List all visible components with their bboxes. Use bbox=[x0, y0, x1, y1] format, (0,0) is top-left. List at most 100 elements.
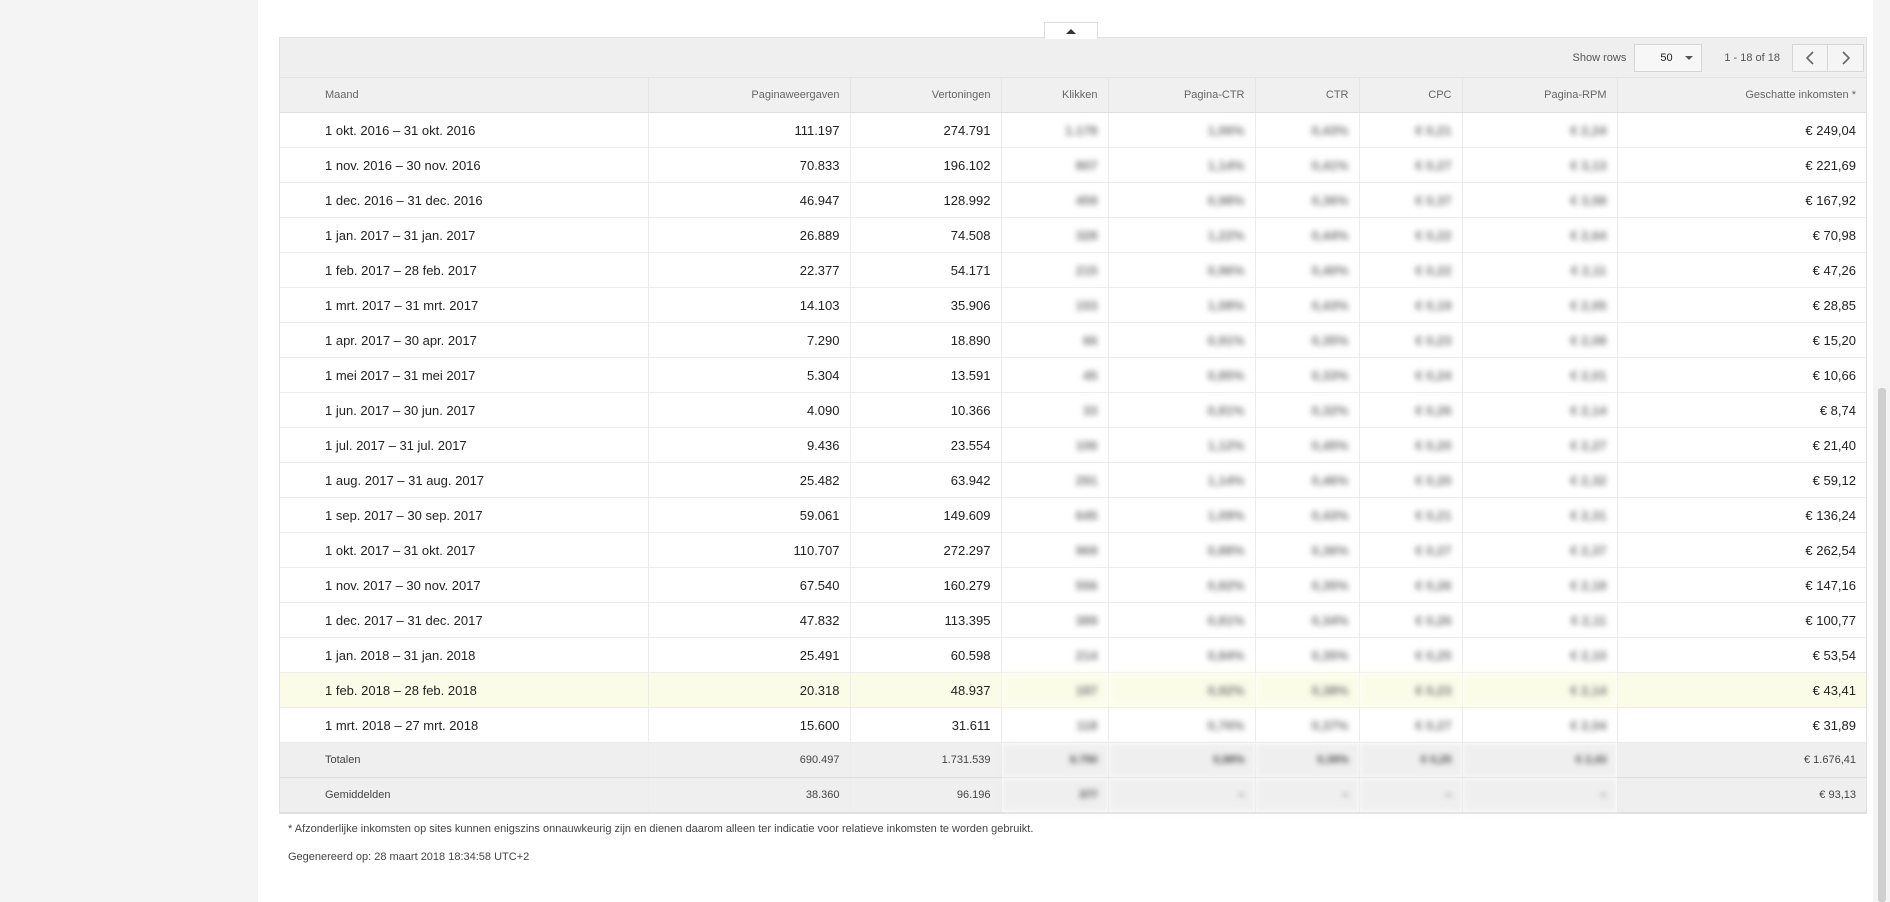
cell-estimated-earnings: € 70,98 bbox=[1617, 217, 1866, 253]
cell-clicks: 118 bbox=[1001, 707, 1109, 743]
previous-page-button[interactable] bbox=[1792, 43, 1828, 72]
cell-page-ctr: 1,22% bbox=[1108, 217, 1256, 253]
cell-impressions: 113.395 bbox=[850, 602, 1002, 638]
cell-cpc: € 0,21 bbox=[1359, 112, 1463, 148]
cell-ctr: 0,36% bbox=[1255, 532, 1360, 568]
cell-impressions: 1.731.539 bbox=[850, 742, 1002, 778]
cell-month: 1 nov. 2017 – 30 nov. 2017 bbox=[280, 567, 649, 603]
table-row: 1 aug. 2017 – 31 aug. 2017 25.482 63.942 29… bbox=[280, 462, 1866, 498]
column-header-paginaweergaven[interactable]: Paginaweergaven bbox=[648, 78, 851, 113]
cell-pageviews: 20.318 bbox=[648, 672, 851, 708]
cell-page-rpm: € 2,05 bbox=[1462, 287, 1618, 323]
cell-month: 1 mei 2017 – 31 mei 2017 bbox=[280, 357, 649, 393]
rows-per-page-value: 50 bbox=[1660, 51, 1673, 64]
cell-page-rpm: € 2,11 bbox=[1462, 252, 1618, 288]
cell-cpc: € 0,19 bbox=[1359, 287, 1463, 323]
cell-clicks: 214 bbox=[1001, 637, 1109, 673]
cell-cpc: € 0,22 bbox=[1359, 217, 1463, 253]
cell-page-ctr: 1,08% bbox=[1108, 287, 1256, 323]
cell-page-ctr: 0,92% bbox=[1108, 672, 1256, 708]
cell-estimated-earnings: € 147,16 bbox=[1617, 567, 1866, 603]
cell-impressions: 60.598 bbox=[850, 637, 1002, 673]
cell-month: 1 mrt. 2017 – 31 mrt. 2017 bbox=[280, 287, 649, 323]
cell-estimated-earnings: € 21,40 bbox=[1617, 427, 1866, 463]
table-row: 1 nov. 2017 – 30 nov. 2017 67.540 160.279 5… bbox=[280, 567, 1866, 603]
cell-impressions: 74.508 bbox=[850, 217, 1002, 253]
cell-ctr: 0,40% bbox=[1255, 252, 1360, 288]
cell-pageviews: 5.304 bbox=[648, 357, 851, 393]
cell-ctr: 0,35% bbox=[1255, 567, 1360, 603]
cell-estimated-earnings: € 1.676,41 bbox=[1617, 742, 1866, 778]
cell-page-rpm: € 2,14 bbox=[1462, 392, 1618, 428]
cell-page-rpm: € 2,27 bbox=[1462, 427, 1618, 463]
cell-ctr: 0,45% bbox=[1255, 427, 1360, 463]
table-header-row: Maand Paginaweergaven Vertoningen Klikke… bbox=[280, 78, 1866, 113]
cell-clicks: 328 bbox=[1001, 217, 1109, 253]
column-header-pagina-rpm[interactable]: Pagina-RPM bbox=[1462, 78, 1618, 113]
cell-month: Gemiddelden bbox=[280, 777, 649, 813]
cell-impressions: 31.611 bbox=[850, 707, 1002, 743]
cell-month: 1 jun. 2017 – 30 jun. 2017 bbox=[280, 392, 649, 428]
cell-estimated-earnings: € 262,54 bbox=[1617, 532, 1866, 568]
cell-impressions: 18.890 bbox=[850, 322, 1002, 358]
cell-cpc: € 0,37 bbox=[1359, 182, 1463, 218]
cell-cpc: € 0,26 bbox=[1359, 567, 1463, 603]
cell-page-ctr: – bbox=[1108, 777, 1256, 813]
column-header-vertoningen[interactable]: Vertoningen bbox=[850, 78, 1002, 113]
cell-cpc: € 0,27 bbox=[1359, 532, 1463, 568]
totals-row: Totalen 690.497 1.731.539 6.750 0,98% 0,39% € … bbox=[280, 742, 1866, 778]
cell-month: Totalen bbox=[280, 742, 649, 778]
cell-pageviews: 25.491 bbox=[648, 637, 851, 673]
cell-month: 1 jul. 2017 – 31 jul. 2017 bbox=[280, 427, 649, 463]
cell-clicks: 66 bbox=[1001, 322, 1109, 358]
cell-page-ctr: 0,85% bbox=[1108, 357, 1256, 393]
cell-page-rpm: € 2,37 bbox=[1462, 532, 1618, 568]
page-scrollbar[interactable] bbox=[1878, 388, 1886, 902]
cell-impressions: 96.196 bbox=[850, 777, 1002, 813]
collapse-toggle-button[interactable] bbox=[1044, 22, 1098, 39]
table-row: 1 dec. 2017 – 31 dec. 2017 47.832 113.395 3… bbox=[280, 602, 1866, 638]
table-row: 1 apr. 2017 – 30 apr. 2017 7.290 18.890 66 0… bbox=[280, 322, 1866, 358]
cell-pageviews: 59.061 bbox=[648, 497, 851, 533]
cell-impressions: 274.791 bbox=[850, 112, 1002, 148]
table-row: 1 jan. 2017 – 31 jan. 2017 26.889 74.508 32… bbox=[280, 217, 1866, 253]
cell-pageviews: 15.600 bbox=[648, 707, 851, 743]
table-row: 1 okt. 2017 – 31 okt. 2017 110.707 272.297… bbox=[280, 532, 1866, 568]
cell-ctr: 0,43% bbox=[1255, 497, 1360, 533]
cell-impressions: 149.609 bbox=[850, 497, 1002, 533]
cell-estimated-earnings: € 43,41 bbox=[1617, 672, 1866, 708]
cell-pageviews: 47.832 bbox=[648, 602, 851, 638]
next-page-button[interactable] bbox=[1828, 43, 1864, 72]
cell-pageviews: 110.707 bbox=[648, 532, 851, 568]
column-header-cpc[interactable]: CPC bbox=[1359, 78, 1463, 113]
cell-page-ctr: 1,06% bbox=[1108, 112, 1256, 148]
cell-page-ctr: 1,14% bbox=[1108, 462, 1256, 498]
cell-pageviews: 9.436 bbox=[648, 427, 851, 463]
cell-pageviews: 38.360 bbox=[648, 777, 851, 813]
rows-per-page-select[interactable]: 50 bbox=[1634, 43, 1703, 72]
column-header-geschatte-inkomsten[interactable]: Geschatte inkomsten * bbox=[1617, 78, 1866, 113]
cell-cpc: € 0,25 bbox=[1359, 637, 1463, 673]
table-row: 1 dec. 2016 – 31 dec. 2016 46.947 128.992 4… bbox=[280, 182, 1866, 218]
cell-pageviews: 46.947 bbox=[648, 182, 851, 218]
cell-clicks: 459 bbox=[1001, 182, 1109, 218]
cell-estimated-earnings: € 93,13 bbox=[1617, 777, 1866, 813]
cell-ctr: 0,36% bbox=[1255, 182, 1360, 218]
chevron-down-icon bbox=[1685, 55, 1694, 60]
show-rows-label: Show rows bbox=[1572, 51, 1627, 64]
cell-impressions: 23.554 bbox=[850, 427, 1002, 463]
table-row: 1 mrt. 2017 – 31 mrt. 2017 14.103 35.906 15… bbox=[280, 287, 1866, 323]
column-header-klikken[interactable]: Klikken bbox=[1001, 78, 1109, 113]
cell-ctr: 0,39% bbox=[1255, 742, 1360, 778]
cell-page-ctr: 0,84% bbox=[1108, 637, 1256, 673]
earnings-table: Maand Paginaweergaven Vertoningen Klikke… bbox=[280, 78, 1866, 813]
cell-clicks: 6.750 bbox=[1001, 742, 1109, 778]
cell-estimated-earnings: € 31,89 bbox=[1617, 707, 1866, 743]
cell-page-rpm: € 2,01 bbox=[1462, 357, 1618, 393]
cell-cpc: € 0,27 bbox=[1359, 147, 1463, 183]
cell-clicks: 291 bbox=[1001, 462, 1109, 498]
column-header-pagina-ctr[interactable]: Pagina-CTR bbox=[1108, 78, 1256, 113]
column-header-ctr[interactable]: CTR bbox=[1255, 78, 1360, 113]
cell-page-rpm: € 3,58 bbox=[1462, 182, 1618, 218]
column-header-maand[interactable]: Maand bbox=[280, 78, 649, 113]
